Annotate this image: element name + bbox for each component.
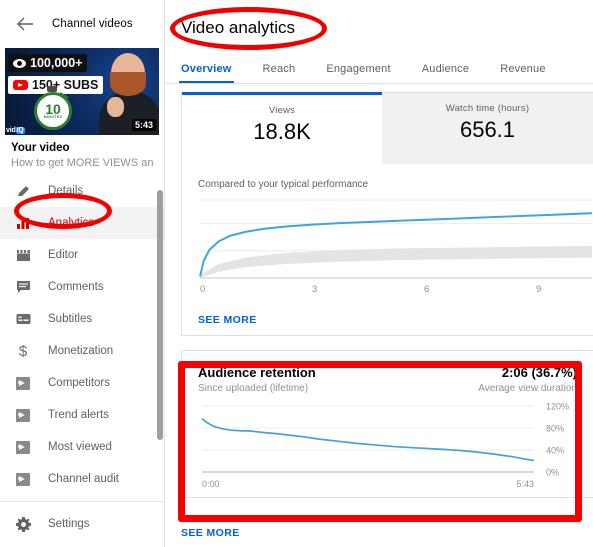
sidebar-item-label: Settings xyxy=(48,518,90,530)
retention-header-left: Audience retention Since uploaded (lifet… xyxy=(198,365,316,394)
video-play-icon xyxy=(14,470,32,488)
stopwatch-icon: 10 MINUTES xyxy=(34,92,72,130)
sidebar-item-most-viewed[interactable]: Most viewed xyxy=(0,431,164,463)
overview-chart: 0 3 6 9 xyxy=(182,190,593,306)
sidebar-header: Channel videos xyxy=(0,0,164,48)
video-play-icon xyxy=(14,374,32,392)
sidebar-item-subtitles[interactable]: Subtitles xyxy=(0,303,164,335)
metric-views[interactable]: Views 18.8K xyxy=(182,92,382,164)
svg-text:0%: 0% xyxy=(546,468,559,478)
pencil-icon xyxy=(14,182,32,200)
svg-text:0: 0 xyxy=(200,284,205,295)
tab-overview[interactable]: Overview xyxy=(179,63,234,83)
sidebar-header-title: Channel videos xyxy=(52,18,133,30)
video-label: Your video xyxy=(11,142,70,154)
gear-icon xyxy=(14,515,32,533)
retention-value-label: Average view duration xyxy=(478,383,577,394)
metric-value: 656.1 xyxy=(459,117,516,142)
subtitles-icon xyxy=(14,310,32,328)
metric-value: 18.8K xyxy=(253,119,311,144)
tab-audience[interactable]: Audience xyxy=(422,63,469,83)
overview-see-more-link[interactable]: SEE MORE xyxy=(182,306,257,335)
sidebar-item-label: Subtitles xyxy=(48,313,93,325)
sidebar-item-monetization[interactable]: $ Monetization xyxy=(0,335,164,367)
comment-icon xyxy=(14,278,32,296)
svg-text:9: 9 xyxy=(536,284,541,295)
metric-label: Views xyxy=(268,105,296,116)
sidebar-item-details[interactable]: Details xyxy=(0,175,164,207)
sidebar-item-send-feedback[interactable]: Send feedback xyxy=(0,540,164,547)
retention-chart-svg: 0% 40% 80% 120% 0:00 5:43 xyxy=(201,402,569,489)
sidebar-item-comments[interactable]: Comments xyxy=(0,271,164,303)
retention-chart: 0% 40% 80% 120% 0:00 5:43 xyxy=(182,394,593,497)
svg-text:0:00: 0:00 xyxy=(202,479,220,489)
metric-label: Watch time (hours) xyxy=(445,103,530,114)
sidebar-item-competitors[interactable]: Competitors xyxy=(0,367,164,399)
video-title: How to get MORE VIEWS and MORE ... xyxy=(11,157,154,169)
sidebar-item-label: Channel audit xyxy=(48,473,119,485)
svg-text:5:43: 5:43 xyxy=(516,479,534,489)
sidebar-item-label: Trend alerts xyxy=(48,409,109,421)
video-duration-badge: 5:43 xyxy=(131,119,156,131)
overview-card: Views 18.8K Watch time (hours) 656.1 Com… xyxy=(181,92,593,336)
sidebar-item-label: Editor xyxy=(48,249,79,261)
sidebar-item-label: Comments xyxy=(48,281,104,293)
sidebar-item-trend-alerts[interactable]: Trend alerts xyxy=(0,399,164,431)
retention-subtitle: Since uploaded (lifetime) xyxy=(198,383,309,394)
eye-icon xyxy=(13,58,26,68)
metric-row: Views 18.8K Watch time (hours) 656.1 xyxy=(182,92,593,165)
video-play-icon xyxy=(14,406,32,424)
retention-value: 2:06 (36.7%) xyxy=(501,365,577,380)
sidebar-scrollbar[interactable] xyxy=(157,190,163,440)
vidiq-watermark: vidIQ xyxy=(6,127,25,134)
sidebar-item-label: Most viewed xyxy=(48,441,112,453)
retention-header-right: 2:06 (36.7%) Average view duration xyxy=(478,365,577,394)
sidebar-item-label: Monetization xyxy=(48,345,114,357)
compare-text: Compared to your typical performance xyxy=(198,179,369,190)
clapperboard-icon xyxy=(14,246,32,264)
svg-text:3: 3 xyxy=(312,284,317,295)
video-play-icon xyxy=(14,438,32,456)
sidebar-item-label: Analytics xyxy=(48,217,95,229)
sidebar: Channel videos 100,000+ 150+ SUBS 10 MIN… xyxy=(0,0,165,547)
thumbnail-views-badge: 100,000+ xyxy=(8,54,88,72)
bar-chart-icon xyxy=(14,214,32,232)
sidebar-item-editor[interactable]: Editor xyxy=(0,239,164,271)
dollar-icon: $ xyxy=(18,342,28,360)
sidebar-item-settings[interactable]: Settings xyxy=(0,508,164,540)
thumbnail-subs-badge-text: 150+ SUBS xyxy=(32,78,99,92)
sidebar-item-label: Details xyxy=(48,185,84,197)
svg-text:6: 6 xyxy=(424,284,429,295)
video-thumbnail[interactable]: 100,000+ 150+ SUBS 10 MINUTES vidIQ 5:43 xyxy=(5,48,159,135)
tab-reach[interactable]: Reach xyxy=(263,63,296,83)
tab-revenue[interactable]: Revenue xyxy=(500,63,545,83)
sidebar-nav: Details Analytics Editor Comments Subtit… xyxy=(0,175,164,547)
thumbnail-views-badge-text: 100,000+ xyxy=(30,56,83,70)
sidebar-item-analytics[interactable]: Analytics xyxy=(0,207,164,239)
svg-text:40%: 40% xyxy=(546,446,564,456)
page-title: Video analytics xyxy=(181,18,296,37)
video-meta: Your video How to get MORE VIEWS and MOR… xyxy=(0,135,164,171)
sidebar-divider xyxy=(0,501,164,502)
youtube-studio-analytics-screen: Channel videos 100,000+ 150+ SUBS 10 MIN… xyxy=(0,0,593,547)
svg-text:80%: 80% xyxy=(546,424,564,434)
sidebar-item-label: Competitors xyxy=(48,377,110,389)
stopwatch-unit: MINUTES xyxy=(43,115,63,120)
arrow-left-icon[interactable] xyxy=(14,13,36,35)
svg-text:120%: 120% xyxy=(546,402,569,412)
overview-chart-svg: 0 3 6 9 xyxy=(199,199,593,295)
main-content: Video analytics Overview Reach Engagemen… xyxy=(165,0,593,547)
youtube-icon xyxy=(13,80,28,90)
sidebar-item-channel-audit[interactable]: Channel audit xyxy=(0,463,164,495)
analytics-tabs: Overview Reach Engagement Audience Reven… xyxy=(165,52,593,84)
stopwatch-number: 10 xyxy=(45,101,61,118)
retention-header: Audience retention Since uploaded (lifet… xyxy=(182,351,593,394)
audience-retention-card: Audience retention Since uploaded (lifet… xyxy=(181,350,593,498)
tab-engagement[interactable]: Engagement xyxy=(326,63,390,83)
retention-see-more-link[interactable]: SEE MORE xyxy=(181,527,240,539)
metric-watch-time[interactable]: Watch time (hours) 656.1 xyxy=(382,93,593,164)
retention-title: Audience retention xyxy=(198,365,316,380)
